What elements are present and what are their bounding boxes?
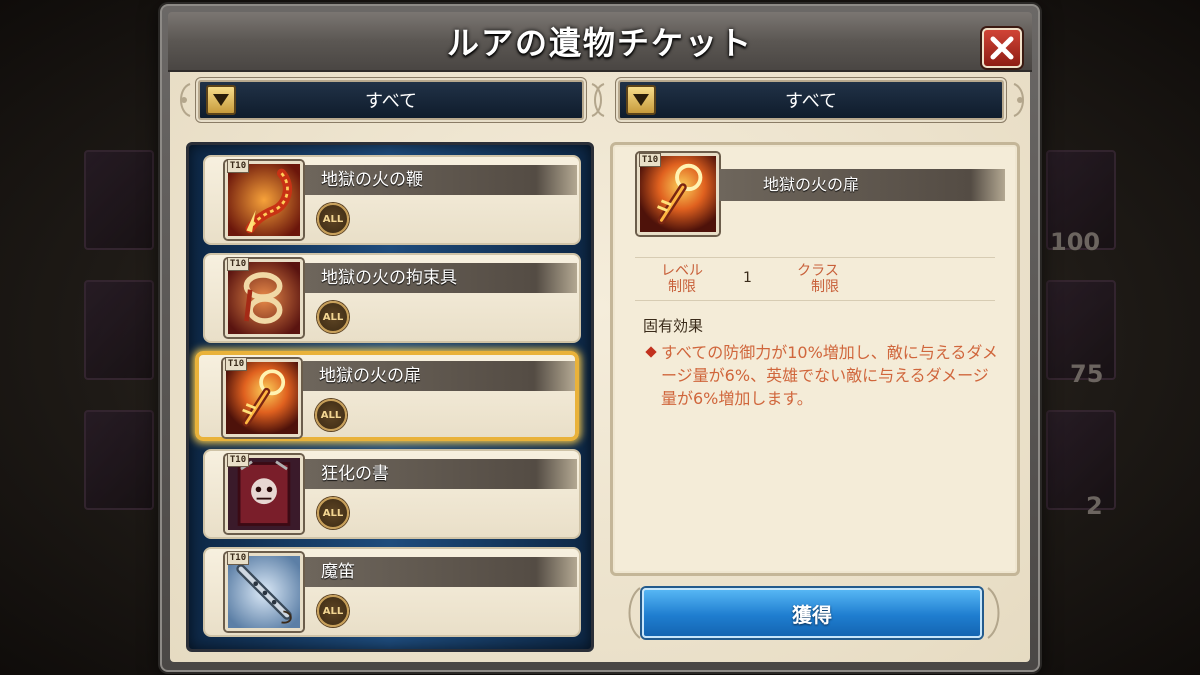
close-icon (990, 36, 1014, 60)
list-item[interactable]: T10 魔笛 ALL (203, 547, 581, 637)
tier-badge: T10 (227, 551, 249, 565)
ornament-icon (591, 83, 605, 117)
modal-body: すべて すべて T10 地獄の火の鞭 ALL T10 地獄の火の拘束具 ALL … (170, 72, 1030, 662)
right-filter-dropdown[interactable]: すべて (618, 80, 1004, 120)
tier-badge: T10 (225, 357, 247, 371)
class-badge: ALL (317, 301, 349, 333)
tier-badge: T10 (227, 257, 249, 271)
list-item[interactable]: T10 地獄の火の鞭 ALL (203, 155, 581, 245)
class-badge: ALL (317, 595, 349, 627)
tier-badge: T10 (227, 159, 249, 173)
acquire-button[interactable]: 獲得 (642, 588, 982, 638)
item-name: 狂化の書 (305, 459, 577, 489)
level-limit-value: 1 (743, 270, 752, 286)
class-badge: ALL (317, 497, 349, 529)
background-card (84, 280, 154, 380)
class-limit-label: クラス 制限 (797, 263, 839, 295)
effect-title: 固有効果 (643, 317, 704, 335)
level-limit-label: レベル 制限 (661, 263, 703, 295)
relic-detail-panel: T10 地獄の火の扉 レベル 制限 1 クラス 制限 固有効果 すべての防御力が… (610, 142, 1020, 576)
list-item[interactable]: T10 狂化の書 ALL (203, 449, 581, 539)
ornament-icon (180, 83, 191, 117)
class-label-line2: 制限 (811, 279, 839, 295)
tier-badge: T10 (639, 153, 661, 167)
class-badge: ALL (317, 203, 349, 235)
right-filter-label: すべて (784, 91, 838, 112)
detail-item-name: 地獄の火の扉 (719, 169, 1005, 201)
tier-badge: T10 (227, 453, 249, 467)
background-count: 75 (1070, 360, 1104, 388)
class-badge: ALL (315, 399, 347, 431)
list-item[interactable]: T10 地獄の火の拘束具 ALL (203, 253, 581, 343)
background-count: 2 (1086, 492, 1103, 520)
left-filter-label: すべて (364, 91, 418, 112)
list-item-selected[interactable]: T10 地獄の火の扉 ALL (195, 351, 579, 441)
effect-description: すべての防御力が10%増加し、敵に与えるダメージ量が6%、英雄でない敵に与えるダ… (645, 341, 999, 410)
close-button[interactable] (982, 28, 1022, 68)
item-name: 魔笛 (305, 557, 577, 587)
dropdown-arrow-icon (206, 85, 236, 115)
ornament-icon (987, 587, 1000, 639)
item-name: 地獄の火の扉 (303, 361, 575, 391)
relic-list[interactable]: T10 地獄の火の鞭 ALL T10 地獄の火の拘束具 ALL T10 地獄の火… (186, 142, 594, 652)
modal-title: ルアの遺物チケット (446, 24, 753, 62)
item-name: 地獄の火の拘束具 (305, 263, 577, 293)
class-label-line1: クラス (797, 263, 839, 279)
effect-description-text: すべての防御力が10%増加し、敵に与えるダメージ量が6%、英雄でない敵に与えるダ… (661, 343, 998, 408)
background-card (84, 150, 154, 250)
background-card (1046, 410, 1116, 510)
level-label-line1: レベル (661, 263, 703, 279)
left-filter-dropdown[interactable]: すべて (198, 80, 584, 120)
level-label-line2: 制限 (668, 279, 696, 295)
ornament-icon (1013, 83, 1024, 117)
background-count: 100 (1050, 228, 1101, 256)
stat-row: レベル 制限 1 クラス 制限 (635, 257, 995, 301)
dropdown-arrow-icon (626, 85, 656, 115)
ornament-icon (628, 587, 641, 639)
item-name: 地獄の火の鞭 (305, 165, 577, 195)
modal-title-bar: ルアの遺物チケット (168, 12, 1032, 72)
background-card (84, 410, 154, 510)
relic-ticket-modal: ルアの遺物チケット すべて すべて T10 地獄の火の鞭 ALL T10 地獄の… (160, 4, 1040, 672)
